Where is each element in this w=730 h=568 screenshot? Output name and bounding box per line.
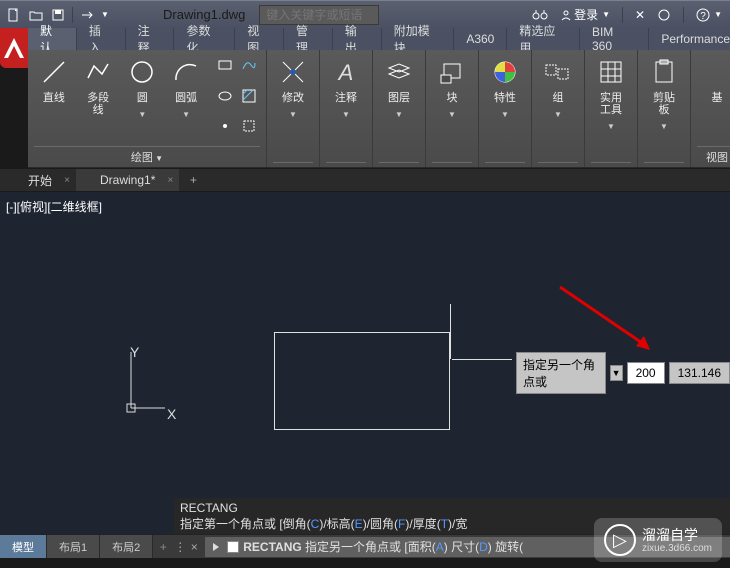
dynamic-dropdown-icon[interactable]: ▼: [610, 365, 623, 381]
viewport-label[interactable]: [-][俯视][二维线框]: [6, 198, 102, 215]
file-tab-start[interactable]: 开始: [4, 169, 76, 191]
panel-label-block: [432, 162, 472, 165]
ucs-x-label: X: [167, 406, 176, 422]
svg-text:A: A: [337, 60, 354, 85]
panel-group: 组▼: [532, 50, 585, 167]
hatch-icon[interactable]: [238, 85, 260, 107]
panel-draw: 直线 多段线 圆▼ 圆弧▼ 绘图: [28, 50, 267, 167]
properties-button[interactable]: 特性▼: [485, 54, 525, 160]
layout-tabs: 模型 布局1 布局2 +: [0, 535, 173, 558]
ribbon-content: 直线 多段线 圆▼ 圆弧▼ 绘图 修改▼: [28, 50, 730, 168]
tab-featured[interactable]: 精选应用: [507, 28, 580, 50]
close-cmd-icon[interactable]: ×: [187, 540, 201, 554]
group-button[interactable]: 组▼: [538, 54, 578, 160]
panel-label-clipboard: [644, 162, 684, 165]
panel-label-layer: [379, 162, 419, 165]
panel-annotation: A注释▼: [320, 50, 373, 167]
play-icon: ▷: [604, 524, 636, 556]
tab-parametric[interactable]: 参数化: [174, 28, 235, 50]
add-tab-icon[interactable]: +: [183, 170, 203, 190]
command-prompt: RECTANG 指定另一个角点或 [面积(A) 尺寸(D) 旋转(: [243, 538, 523, 555]
dynamic-input-height[interactable]: 131.146: [669, 362, 730, 384]
panel-label-annotation: [326, 162, 366, 165]
layout-tab-2[interactable]: 布局2: [100, 535, 153, 558]
tab-output[interactable]: 输出: [333, 28, 382, 50]
tab-view[interactable]: 视图: [235, 28, 284, 50]
modify-button[interactable]: 修改▼: [273, 54, 313, 160]
layer-button[interactable]: 图层▼: [379, 54, 419, 160]
layout-add-icon[interactable]: +: [153, 535, 173, 558]
panel-utilities: 实用工具▼: [585, 50, 638, 167]
history-line-1: RECTANG: [180, 500, 724, 516]
rectangle-preview: [274, 332, 450, 430]
panel-label-draw[interactable]: 绘图: [34, 146, 260, 165]
panel-properties: 特性▼: [479, 50, 532, 167]
panel-layer: 图层▼: [373, 50, 426, 167]
dynamic-input-width[interactable]: 200: [627, 362, 665, 384]
dynamic-input: 指定另一个角点或 ▼ 200 131.146: [516, 352, 730, 394]
panel-label-modify: [273, 162, 313, 165]
binoculars-icon[interactable]: [528, 6, 552, 24]
ucs-y-label: Y: [130, 344, 139, 360]
panel-label-group: [538, 162, 578, 165]
history-toggle-icon[interactable]: ⋮: [173, 540, 187, 554]
polyline-button[interactable]: 多段线: [78, 54, 119, 144]
circle-button[interactable]: 圆▼: [123, 54, 163, 144]
layout-tab-1[interactable]: 布局1: [47, 535, 100, 558]
watermark-title: 溜溜自学: [642, 527, 712, 543]
panel-block: 块▼: [426, 50, 479, 167]
panel-label-properties: [485, 162, 525, 165]
watermark: ▷ 溜溜自学 zixue.3d66.com: [594, 518, 722, 562]
panel-label-utilities: [591, 162, 631, 165]
exchange-icon[interactable]: ✕: [631, 6, 649, 24]
file-tabs: 开始 Drawing1* +: [0, 168, 730, 192]
tab-annotate[interactable]: 注释: [126, 28, 175, 50]
svg-text:?: ?: [700, 11, 706, 22]
tab-bim360[interactable]: BIM 360: [580, 28, 649, 50]
panel-modify: 修改▼: [267, 50, 320, 167]
dynamic-prompt: 指定另一个角点或: [516, 352, 606, 394]
annotation-button[interactable]: A注释▼: [326, 54, 366, 160]
a360-icon[interactable]: [653, 6, 675, 24]
crosshair-vertical: [450, 304, 451, 359]
drawing-canvas[interactable]: [-][俯视][二维线框] Y X 指定另一个角点或 ▼ 200 131.146…: [0, 192, 730, 534]
ribbon-row: 默认 插入 注释 参数化 视图 管理 输出 附加模块 A360 精选应用 BIM…: [0, 28, 730, 168]
tab-manage[interactable]: 管理: [284, 28, 333, 50]
line-button[interactable]: 直线: [34, 54, 74, 144]
cmd-arrow-icon[interactable]: [209, 540, 223, 554]
rect-icon[interactable]: [214, 54, 236, 76]
tab-performance[interactable]: Performance: [649, 28, 730, 50]
tab-addins[interactable]: 附加模块: [382, 28, 455, 50]
file-tab-drawing[interactable]: Drawing1*: [76, 169, 179, 191]
tab-insert[interactable]: 插入: [77, 28, 126, 50]
command-rect-icon: [227, 541, 239, 553]
arc-button[interactable]: 圆弧▼: [166, 54, 206, 144]
panel-base: 基 视图: [691, 50, 730, 167]
block-button[interactable]: 块▼: [432, 54, 472, 160]
watermark-url: zixue.3d66.com: [642, 543, 712, 554]
region-icon[interactable]: [238, 115, 260, 137]
panel-clipboard: 剪贴板▼: [638, 50, 691, 167]
point-icon[interactable]: [214, 115, 236, 137]
new-icon[interactable]: [4, 5, 24, 25]
utilities-button[interactable]: 实用工具▼: [591, 54, 631, 160]
window-title: Drawing1.dwg: [163, 7, 245, 22]
help-icon[interactable]: ?▼: [692, 6, 726, 24]
ribbon-tabs: 默认 插入 注释 参数化 视图 管理 输出 附加模块 A360 精选应用 BIM…: [28, 28, 730, 50]
base-button[interactable]: 基: [697, 54, 730, 144]
tab-default[interactable]: 默认: [28, 28, 77, 50]
ellipse-icon[interactable]: [214, 85, 236, 107]
app-logo[interactable]: [0, 28, 28, 68]
panel-label-base: 视图: [697, 146, 730, 165]
tab-a360[interactable]: A360: [454, 28, 507, 50]
clipboard-button[interactable]: 剪贴板▼: [644, 54, 684, 160]
spline-icon[interactable]: [238, 54, 260, 76]
annotation-arrow: [550, 282, 660, 357]
crosshair-horizontal: [452, 359, 512, 360]
layout-tab-model[interactable]: 模型: [0, 535, 47, 558]
